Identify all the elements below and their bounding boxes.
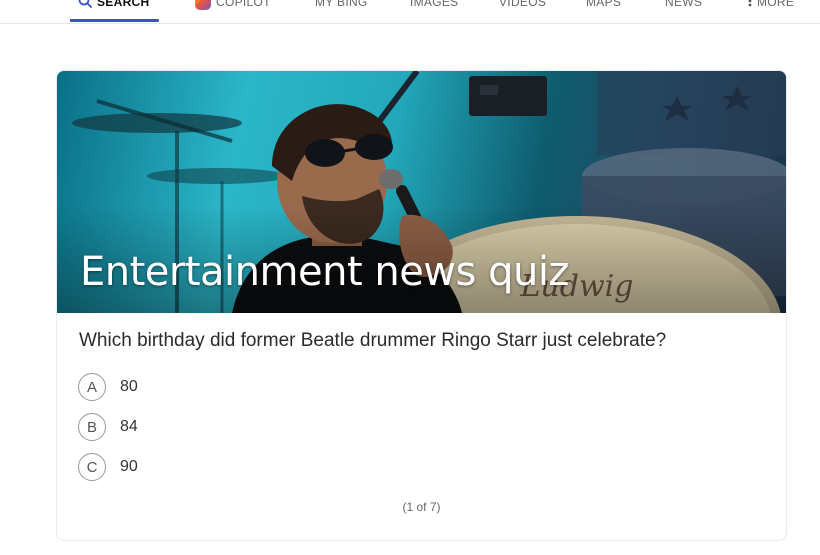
answer-text-a: 80 <box>120 378 138 395</box>
tab-videos[interactable]: VIDEOS <box>499 0 546 12</box>
answer-option-b[interactable]: B 84 <box>78 412 138 442</box>
more-vertical-icon <box>748 0 752 10</box>
tab-my-bing-label: MY BING <box>315 0 368 9</box>
answer-text-b: 84 <box>120 418 138 435</box>
tab-images[interactable]: IMAGES <box>410 0 458 12</box>
tab-copilot-label: COPILOT <box>216 0 271 9</box>
quiz-question: Which birthday did former Beatle drummer… <box>79 330 667 351</box>
tab-my-bing[interactable]: MY BING <box>315 0 368 12</box>
tab-search[interactable]: SEARCH <box>78 0 149 12</box>
copilot-icon <box>195 0 211 10</box>
answer-option-c[interactable]: C 90 <box>78 452 138 482</box>
tab-copilot[interactable]: COPILOT <box>195 0 271 12</box>
tab-news[interactable]: NEWS <box>665 0 702 12</box>
tab-maps-label: MAPS <box>586 0 622 9</box>
answer-letter-a: A <box>78 373 106 401</box>
tab-maps[interactable]: MAPS <box>586 0 621 12</box>
quiz-progress: (1 of 7) <box>402 500 441 514</box>
tab-search-label: SEARCH <box>97 0 150 9</box>
top-nav: SEARCH COPILOT MY BING IMAGES VIDEOS MAP… <box>0 0 820 24</box>
answer-option-a[interactable]: A 80 <box>78 372 138 402</box>
quiz-card[interactable]: Ludwig <box>56 70 787 541</box>
quiz-title: Entertainment news quiz <box>80 249 569 295</box>
tab-more-label: MORE <box>757 0 795 9</box>
tab-videos-label: VIDEOS <box>499 0 547 9</box>
search-icon <box>78 0 92 11</box>
quiz-hero-image: Ludwig <box>57 71 786 313</box>
answer-letter-c: C <box>78 453 106 481</box>
tab-news-label: NEWS <box>665 0 703 9</box>
answer-letter-b: B <box>78 413 106 441</box>
active-tab-indicator <box>70 19 159 22</box>
tab-more[interactable]: MORE <box>748 0 794 12</box>
tab-images-label: IMAGES <box>410 0 459 9</box>
answer-text-c: 90 <box>120 458 138 475</box>
